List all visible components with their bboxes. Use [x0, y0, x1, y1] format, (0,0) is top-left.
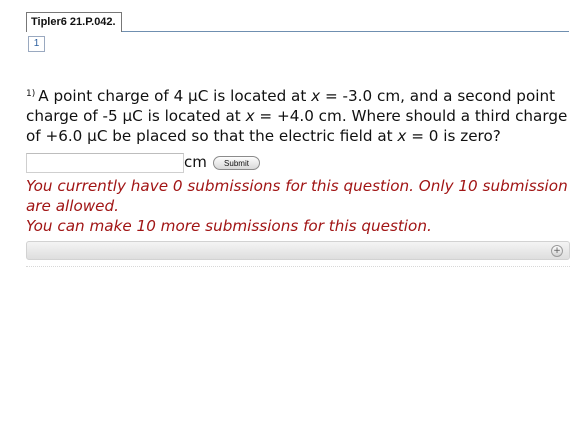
submit-button[interactable]: Submit — [213, 156, 260, 170]
dotted-divider — [26, 266, 570, 267]
variable-x: x — [245, 107, 255, 125]
remaining-submissions: You can make 10 more submissions for thi… — [26, 217, 432, 235]
answer-input[interactable] — [26, 153, 184, 173]
question-number: 1) — [26, 89, 36, 99]
variable-x: x — [311, 87, 321, 105]
question-segment: A point charge of 4 µC is located at — [38, 87, 312, 105]
question-segment: = 0 is zero? — [406, 127, 501, 145]
submission-status: You currently have 0 submissions for thi… — [26, 177, 568, 215]
collapsible-panel[interactable]: + — [26, 241, 570, 260]
plus-circle-icon[interactable]: + — [551, 245, 563, 257]
assignment-tab: Tipler6 21.P.042. — [26, 12, 122, 32]
unit-label: cm — [184, 153, 207, 171]
question-text: 1) A point charge of 4 µC is located at x… — [26, 84, 571, 146]
part-1-link[interactable]: 1 — [28, 36, 45, 52]
